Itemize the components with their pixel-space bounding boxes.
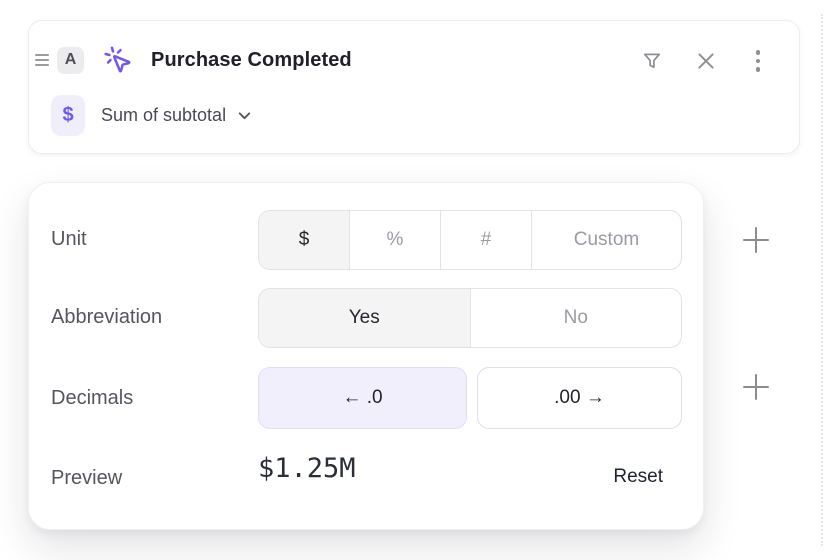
preview-value: $1.25M [258, 453, 356, 484]
abbreviation-option-no[interactable]: No [471, 289, 682, 347]
metric-label: Sum of subtotal [101, 105, 226, 126]
abbreviation-segmented-control: Yes No [258, 288, 682, 348]
unit-segmented-control: $ % # Custom [258, 210, 682, 270]
event-actions [641, 49, 767, 73]
decimals-increase-button[interactable]: .00 → [477, 367, 682, 429]
metric-editor-screen: A Purchase Completed [0, 0, 826, 560]
unit-option-custom[interactable]: Custom [532, 211, 681, 269]
abbreviation-label: Abbreviation [51, 306, 162, 329]
dollar-metric-icon: $ [51, 95, 85, 136]
abbreviation-option-yes[interactable]: Yes [259, 289, 471, 347]
decimals-label: Decimals [51, 387, 133, 410]
unit-option-dollar[interactable]: $ [259, 211, 350, 269]
drop-zone-edge [821, 14, 823, 546]
reset-button[interactable]: Reset [613, 466, 663, 488]
drag-handle-icon[interactable] [35, 54, 49, 66]
decimals-decrease-button[interactable]: ← .0 [258, 367, 467, 429]
unit-option-percent[interactable]: % [350, 211, 441, 269]
add-button[interactable] [741, 372, 771, 402]
event-title: Purchase Completed [151, 49, 352, 72]
event-title-row: A Purchase Completed [35, 45, 352, 75]
event-card: A Purchase Completed [28, 20, 800, 154]
chevron-down-icon [236, 107, 253, 124]
metric-selector[interactable]: $ Sum of subtotal [51, 95, 253, 136]
event-group-badge: A [57, 47, 84, 74]
plus-icon [741, 372, 771, 402]
kebab-menu-icon[interactable] [749, 50, 767, 72]
cursor-click-icon [103, 45, 133, 75]
preview-label: Preview [51, 467, 122, 490]
plus-icon [741, 225, 771, 255]
number-format-panel: Unit $ % # Custom Abbreviation Yes No De… [28, 182, 704, 530]
unit-label: Unit [51, 228, 87, 251]
funnel-icon[interactable] [641, 50, 663, 72]
close-icon[interactable] [695, 50, 717, 72]
unit-option-number[interactable]: # [441, 211, 532, 269]
add-button[interactable] [741, 225, 771, 255]
